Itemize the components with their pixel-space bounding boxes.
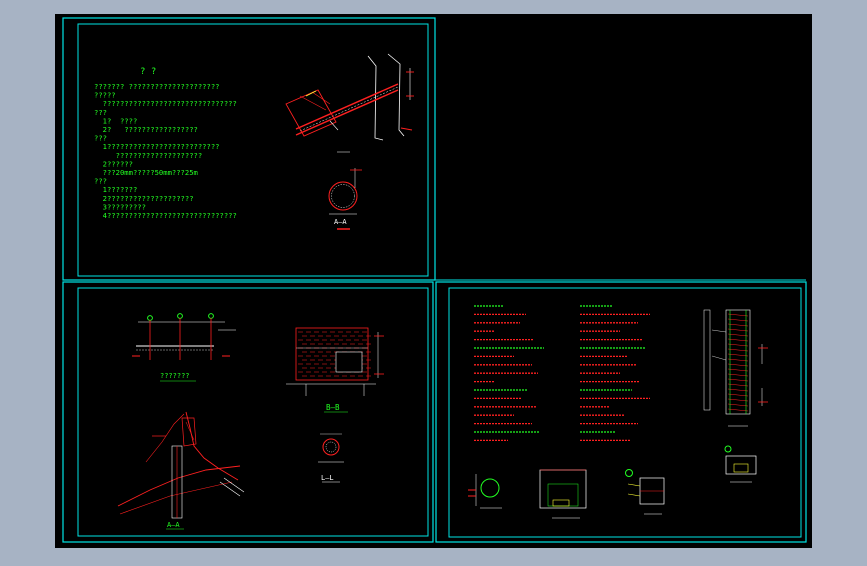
section-a-lower-label: A—A <box>167 521 180 529</box>
section-bb-label: B—B <box>326 403 340 412</box>
section-ll-label: L—L <box>321 474 334 482</box>
section-aa-label: A—A <box>334 218 347 226</box>
notes-title: ? ? <box>140 67 156 77</box>
cad-viewport[interactable]: ? ? ??????? ?????????????????????????? ?… <box>0 0 867 562</box>
note-line: ???20mm?????50mm???25m <box>94 168 198 177</box>
note-line: ??????????????????????????????? <box>94 99 237 108</box>
note-line: 4?????????????????????????????? <box>94 211 237 220</box>
note-line: 2? ????????????????? <box>94 125 198 134</box>
plan-caption: ??????? <box>160 372 190 380</box>
